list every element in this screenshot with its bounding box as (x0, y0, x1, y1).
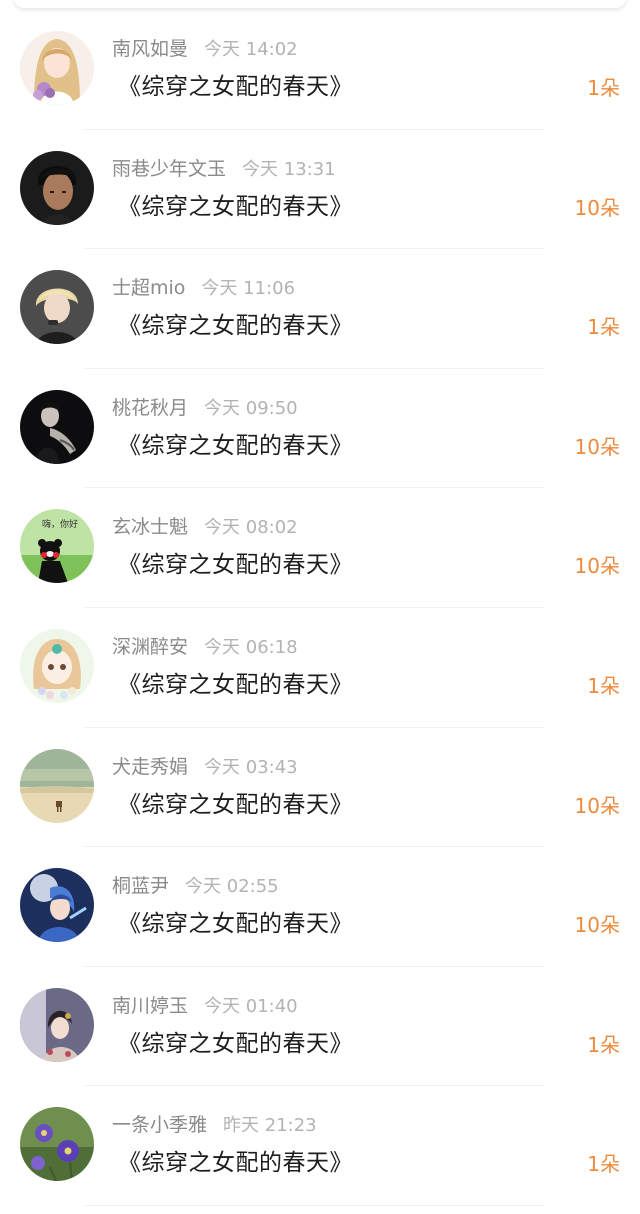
timestamp: 今天 13:31 (242, 158, 336, 180)
avatar-blond-singer[interactable] (20, 270, 94, 345)
timestamp: 今天 01:40 (204, 995, 298, 1017)
username[interactable]: 一条小季雅 (112, 1114, 207, 1136)
flower-count: 10朵 (574, 195, 620, 220)
flower-count: 10朵 (574, 554, 620, 579)
book-title[interactable]: 《综穿之女配的春天》 (118, 432, 353, 460)
avatar-dark-figure[interactable] (20, 389, 94, 464)
record-meta: 雨巷少年文玉 今天 13:31 (112, 157, 336, 182)
fantasy-warrior-avatar-icon (20, 868, 94, 943)
username[interactable]: 玄冰士魁 (112, 516, 188, 538)
timestamp: 今天 09:50 (204, 397, 298, 419)
costume-lady-avatar-icon (20, 987, 94, 1062)
avatar-anime-doll[interactable] (20, 628, 94, 703)
top-card-edge (14, 0, 626, 8)
avatar-man-portrait[interactable] (20, 150, 94, 225)
record-meta: 南风如曼 今天 14:02 (112, 37, 298, 62)
divider (84, 1204, 544, 1206)
man-portrait-avatar-icon (20, 150, 94, 225)
list-item[interactable]: 嗨，你好 玄冰士魁 今天 08:02 《综穿之女配的春天》 10朵 (0, 488, 640, 608)
record-meta: 桃花秋月 今天 09:50 (112, 396, 298, 421)
avatar-bear-mascot[interactable]: 嗨，你好 (20, 509, 94, 584)
list-item[interactable]: 桃花秋月 今天 09:50 《综穿之女配的春天》 10朵 (0, 369, 640, 489)
list-item[interactable]: 一条小季雅 昨天 21:23 《综穿之女配的春天》 1朵 (0, 1086, 640, 1206)
book-title[interactable]: 《综穿之女配的春天》 (118, 193, 353, 221)
flower-count: 1朵 (587, 1152, 620, 1177)
flower-count: 1朵 (587, 1032, 620, 1057)
avatar-landscape[interactable] (20, 748, 94, 823)
book-title[interactable]: 《综穿之女配的春天》 (118, 551, 353, 579)
record-meta: 南川婷玉 今天 01:40 (112, 994, 298, 1019)
record-meta: 一条小季雅 昨天 21:23 (112, 1113, 317, 1138)
timestamp: 今天 11:06 (201, 278, 296, 300)
list-item[interactable]: 南川婷玉 今天 01:40 《综穿之女配的春天》 1朵 (0, 967, 640, 1087)
book-title[interactable]: 《综穿之女配的春天》 (118, 791, 353, 819)
book-title[interactable]: 《综穿之女配的春天》 (118, 1149, 353, 1177)
username[interactable]: 雨巷少年文玉 (112, 158, 226, 180)
timestamp: 今天 03:43 (204, 756, 298, 778)
record-meta: 玄冰士魁 今天 08:02 (112, 515, 298, 540)
purple-flowers-avatar-icon (20, 1107, 94, 1182)
timestamp: 今天 14:02 (204, 39, 298, 60)
list-item[interactable]: 深渊醉安 今天 06:18 《综穿之女配的春天》 1朵 (0, 608, 640, 728)
anime-doll-avatar-icon (20, 628, 94, 703)
dark-figure-avatar-icon (20, 389, 94, 464)
record-meta: 桐蓝尹 今天 02:55 (112, 874, 279, 899)
avatar-fantasy-warrior[interactable] (20, 868, 94, 943)
landscape-avatar-icon (20, 748, 94, 823)
bear-mascot-avatar-icon: 嗨，你好 (20, 509, 94, 584)
flower-record-list: 南风如曼 今天 14:02 《综穿之女配的春天》 1朵 雨巷少年文玉 今天 13:3… (0, 10, 640, 1206)
list-item[interactable]: 士超mio 今天 11:06 《综穿之女配的春天》 1朵 (0, 249, 640, 369)
list-item[interactable]: 犬走秀娟 今天 03:43 《综穿之女配的春天》 10朵 (0, 728, 640, 848)
timestamp: 昨天 21:23 (223, 1115, 317, 1137)
book-title[interactable]: 《综穿之女配的春天》 (118, 1030, 353, 1058)
book-title[interactable]: 《综穿之女配的春天》 (118, 671, 353, 699)
timestamp: 今天 02:55 (185, 876, 279, 898)
username[interactable]: 深渊醉安 (112, 636, 188, 658)
username[interactable]: 犬走秀娟 (112, 756, 188, 778)
list-item[interactable]: 南风如曼 今天 14:02 《综穿之女配的春天》 1朵 (0, 10, 640, 130)
record-meta: 深渊醉安 今天 06:18 (112, 635, 298, 660)
flower-count: 1朵 (587, 76, 620, 100)
timestamp: 今天 06:18 (204, 636, 298, 658)
anime-girl-avatar-icon (20, 31, 94, 105)
svg-text:嗨，你好: 嗨，你好 (42, 518, 78, 530)
book-title[interactable]: 《综穿之女配的春天》 (118, 73, 353, 101)
username[interactable]: 士超mio (112, 277, 185, 299)
record-meta: 士超mio 今天 11:06 (112, 276, 295, 301)
flower-count: 1朵 (587, 315, 620, 340)
avatar-anime-girl[interactable] (20, 31, 94, 105)
record-meta: 犬走秀娟 今天 03:43 (112, 755, 298, 780)
flower-count: 10朵 (574, 434, 620, 459)
book-title[interactable]: 《综穿之女配的春天》 (118, 910, 353, 938)
blond-singer-avatar-icon (20, 270, 94, 345)
list-item[interactable]: 雨巷少年文玉 今天 13:31 《综穿之女配的春天》 10朵 (0, 130, 640, 250)
avatar-costume-lady[interactable] (20, 987, 94, 1062)
flower-count: 10朵 (574, 793, 620, 818)
username[interactable]: 南川婷玉 (112, 995, 188, 1017)
flower-count: 10朵 (574, 913, 620, 938)
timestamp: 今天 08:02 (204, 517, 298, 539)
avatar-purple-flowers[interactable] (20, 1107, 94, 1182)
flower-count: 1朵 (587, 673, 620, 698)
list-item[interactable]: 桐蓝尹 今天 02:55 《综穿之女配的春天》 10朵 (0, 847, 640, 967)
book-title[interactable]: 《综穿之女配的春天》 (118, 312, 353, 340)
username[interactable]: 南风如曼 (112, 38, 188, 60)
username[interactable]: 桐蓝尹 (112, 875, 169, 897)
username[interactable]: 桃花秋月 (112, 397, 188, 419)
